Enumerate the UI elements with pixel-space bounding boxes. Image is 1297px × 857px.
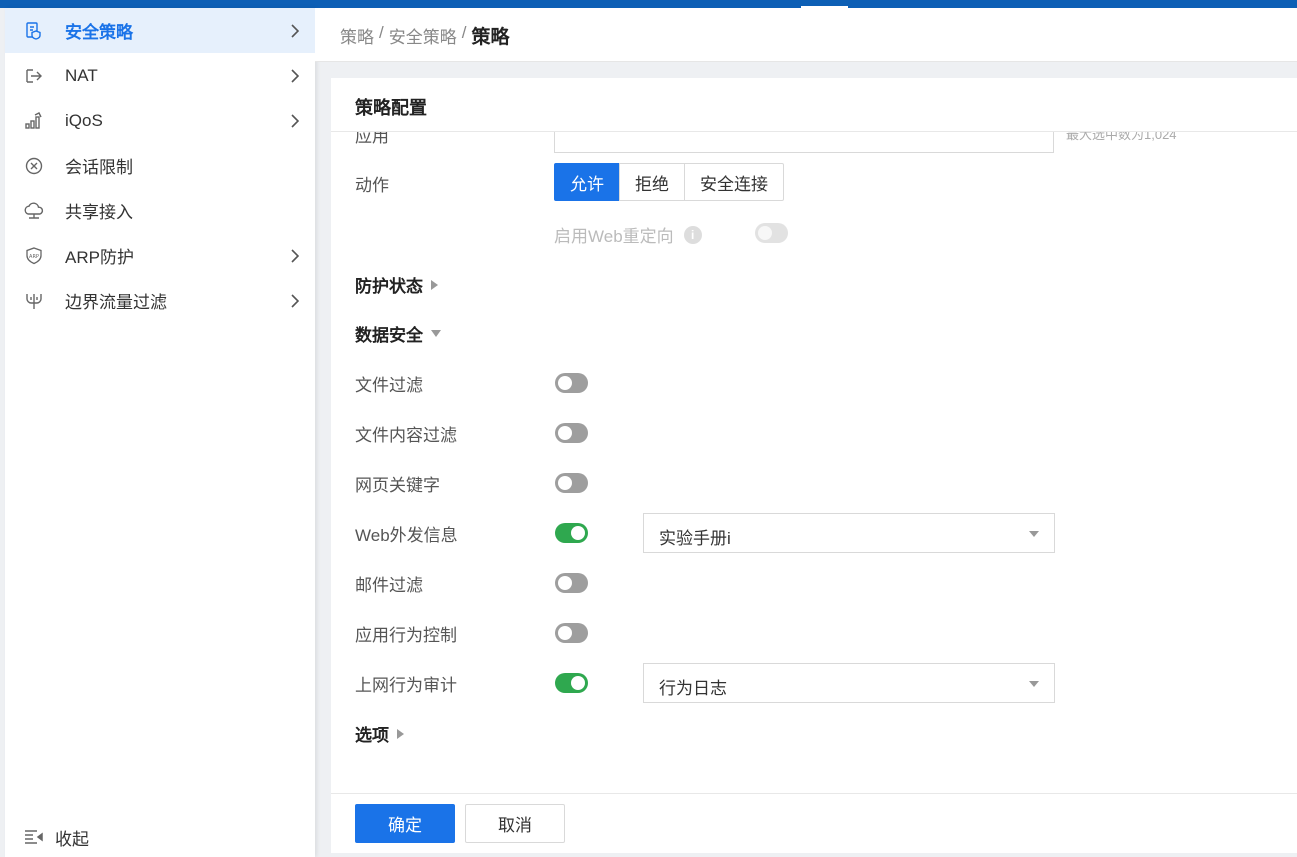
sidebar-collapse-button[interactable]: 收起 [5,822,205,852]
sidebar-item-arp-protection[interactable]: ARP ARP防护 [5,233,315,278]
web-redirect-label: 启用Web重定向 [554,227,674,246]
application-input[interactable]: + [554,132,1054,153]
collapse-label: 收起 [55,829,89,849]
internet-behavior-audit-label: 上网行为审计 [355,676,457,695]
panel-title: 策略配置 [355,98,427,118]
application-hint: 最大选中数为1,024 [1066,132,1177,142]
panel-header: 策略配置 [331,78,1297,132]
shared-access-cloud-icon [23,200,45,222]
breadcrumb-separator: / [461,23,467,42]
action-secure-connect-button[interactable]: 安全连接 [684,163,784,201]
expand-right-icon [431,279,438,290]
web-keyword-toggle[interactable] [555,473,588,493]
panel-body: 应用 + 最大选中数为1,024 动作 允许 拒绝 安全连接 启用Web重定向 … [331,132,1297,793]
web-outbound-info-toggle[interactable] [555,523,588,543]
panel-footer: 确定 取消 [331,793,1297,853]
add-icon[interactable]: + [1028,132,1041,140]
breadcrumb-item[interactable]: 策略 [340,23,374,49]
chevron-right-icon [289,293,301,309]
action-deny-button[interactable]: 拒绝 [619,163,685,201]
app-behavior-control-toggle[interactable] [555,623,588,643]
sidebar-item-label: 边界流量过滤 [65,293,167,312]
arp-shield-icon: ARP [23,245,45,267]
protection-status-label: 防护状态 [355,277,423,296]
data-security-section[interactable]: 数据安全 [355,321,441,346]
chevron-right-icon [289,113,301,129]
action-allow-button[interactable]: 允许 [554,163,620,201]
sidebar-item-security-policy[interactable]: 安全策略 [5,8,315,53]
select-value: 实验手册i [659,529,731,548]
application-label: 应用 [355,132,389,146]
session-limit-icon [23,155,45,177]
sidebar-item-label: 共享接入 [65,203,133,222]
sidebar-item-label: NAT [65,65,98,85]
web-redirect-row: 启用Web重定向 i [554,222,702,247]
action-button-group: 允许 拒绝 安全连接 [554,163,784,201]
traffic-filter-icon [23,290,45,312]
options-label: 选项 [355,726,389,745]
breadcrumb-current: 策略 [471,27,510,48]
chevron-right-icon [289,68,301,84]
sidebar-item-label: 安全策略 [65,23,133,42]
dropdown-arrow-icon [1029,681,1039,687]
sidebar-item-session-limit[interactable]: 会话限制 [5,143,315,188]
sidebar-item-label: ARP防护 [65,248,134,267]
sidebar-item-iqos[interactable]: iQoS [5,98,315,143]
mail-filter-label: 邮件过滤 [355,576,423,595]
collapse-down-icon [431,330,441,337]
file-content-filter-label: 文件内容过滤 [355,426,457,445]
options-section[interactable]: 选项 [355,721,404,746]
action-label: 动作 [355,176,389,195]
dropdown-arrow-icon [1029,531,1039,537]
protection-status-section[interactable]: 防护状态 [355,272,438,297]
file-filter-toggle[interactable] [555,373,588,393]
data-security-label: 数据安全 [355,326,423,345]
expand-right-icon [397,728,404,739]
mail-filter-toggle[interactable] [555,573,588,593]
info-icon[interactable]: i [683,225,702,244]
web-outbound-info-select[interactable]: 实验手册i [643,513,1055,553]
chevron-right-icon [289,248,301,264]
svg-text:ARP: ARP [29,254,39,260]
breadcrumb: 策略 / 安全策略 / 策略 [340,23,509,49]
sidebar-item-nat[interactable]: NAT [5,53,315,98]
confirm-button[interactable]: 确定 [355,804,455,843]
policy-icon [23,20,45,42]
sidebar-item-shared-access[interactable]: 共享接入 [5,188,315,233]
app-behavior-control-label: 应用行为控制 [355,626,457,645]
sidebar-item-label: 会话限制 [65,158,133,177]
web-redirect-toggle[interactable] [755,223,788,243]
file-content-filter-toggle[interactable] [555,423,588,443]
nat-icon [23,65,45,87]
select-value: 行为日志 [659,679,727,698]
breadcrumb-bar: 策略 / 安全策略 / 策略 [315,8,1297,62]
internet-behavior-audit-select[interactable]: 行为日志 [643,663,1055,703]
sidebar-item-boundary-traffic-filter[interactable]: 边界流量过滤 [5,278,315,323]
web-keyword-label: 网页关键字 [355,476,440,495]
collapse-menu-icon [23,826,45,848]
web-outbound-info-label: Web外发信息 [355,526,458,545]
chevron-right-icon [289,23,301,39]
top-navigation-bar [0,0,1297,8]
qos-chart-icon [23,110,45,132]
cancel-button[interactable]: 取消 [465,804,565,843]
internet-behavior-audit-toggle[interactable] [555,673,588,693]
breadcrumb-item[interactable]: 安全策略 [389,23,457,49]
policy-config-panel: 策略配置 应用 + 最大选中数为1,024 动作 允许 拒绝 安全连接 启用We… [331,78,1297,853]
sidebar: 安全策略 NAT iQoS 会话限制 共享接入 ARP ARP防护 边界流量过滤… [5,8,315,857]
file-filter-label: 文件过滤 [355,376,423,395]
sidebar-item-label: iQoS [65,110,103,130]
breadcrumb-separator: / [379,23,384,42]
